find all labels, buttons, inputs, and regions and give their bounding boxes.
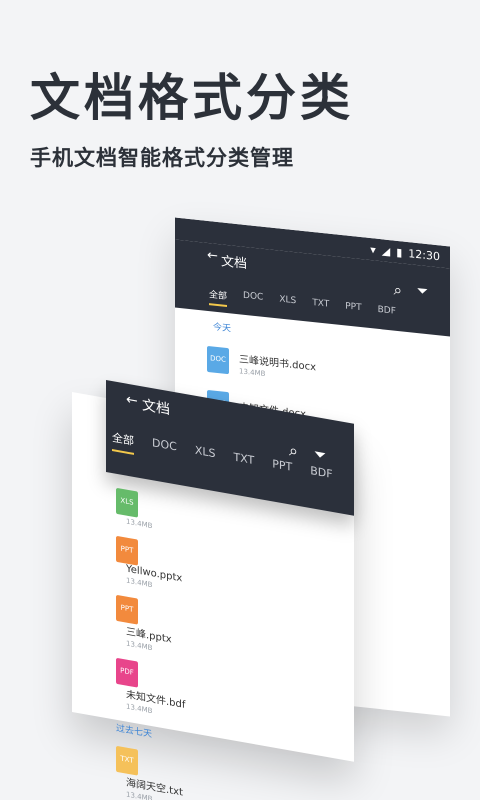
xls-file-icon: XLS	[116, 487, 138, 518]
tab-ppt[interactable]: PPT	[345, 301, 361, 321]
filter-icon[interactable]: ⏷	[314, 445, 326, 465]
search-icon[interactable]: ⌕	[289, 440, 298, 462]
tab-txt[interactable]: TXT	[233, 450, 254, 476]
subheadline: 手机文档智能格式分类管理	[30, 146, 294, 170]
signal-icon: ◢	[381, 243, 391, 258]
back-toolbar-title: 文档	[221, 254, 248, 273]
tab-xls[interactable]: XLS	[279, 295, 296, 315]
tab-all[interactable]: 全部	[112, 429, 134, 455]
ppt-file-icon: PPT	[116, 594, 138, 625]
tab-bdf[interactable]: BDF	[310, 464, 332, 490]
tab-bdf[interactable]: BDF	[378, 305, 396, 325]
back-arrow-icon[interactable]: ←	[207, 248, 218, 264]
search-icon[interactable]: ⌕	[394, 281, 402, 300]
front-phone-card: ← 文档 ⌕ ⏷ 全部 DOC XLS TXT PPT BDF XLS 13.4…	[72, 379, 354, 800]
txt-file-icon: TXT	[116, 745, 138, 776]
tab-doc[interactable]: DOC	[152, 436, 177, 462]
back-arrow-icon[interactable]: ←	[126, 392, 138, 410]
wifi-icon: ▾	[370, 242, 376, 257]
tab-doc[interactable]: DOC	[243, 291, 263, 311]
file-list: XLS 13.4MB PPT Yellwo.pptx 13.4MB PPT 三峰…	[72, 468, 354, 800]
tab-ppt[interactable]: PPT	[272, 457, 292, 483]
doc-file-icon: DOC	[207, 345, 229, 375]
status-time: 12:30	[408, 246, 440, 263]
tab-all[interactable]: 全部	[209, 287, 228, 308]
tab-xls[interactable]: XLS	[195, 444, 216, 470]
pdf-file-icon: PDF	[116, 657, 138, 688]
tab-txt[interactable]: TXT	[312, 298, 329, 318]
headline: 文档格式分类	[30, 69, 354, 127]
back-tabs: 全部 DOC XLS TXT PPT BDF	[209, 287, 396, 325]
filter-icon[interactable]: ⏷	[417, 283, 428, 300]
ppt-file-icon: PPT	[116, 535, 138, 566]
battery-icon: ▮	[396, 245, 403, 259]
front-toolbar-title: 文档	[142, 397, 170, 419]
